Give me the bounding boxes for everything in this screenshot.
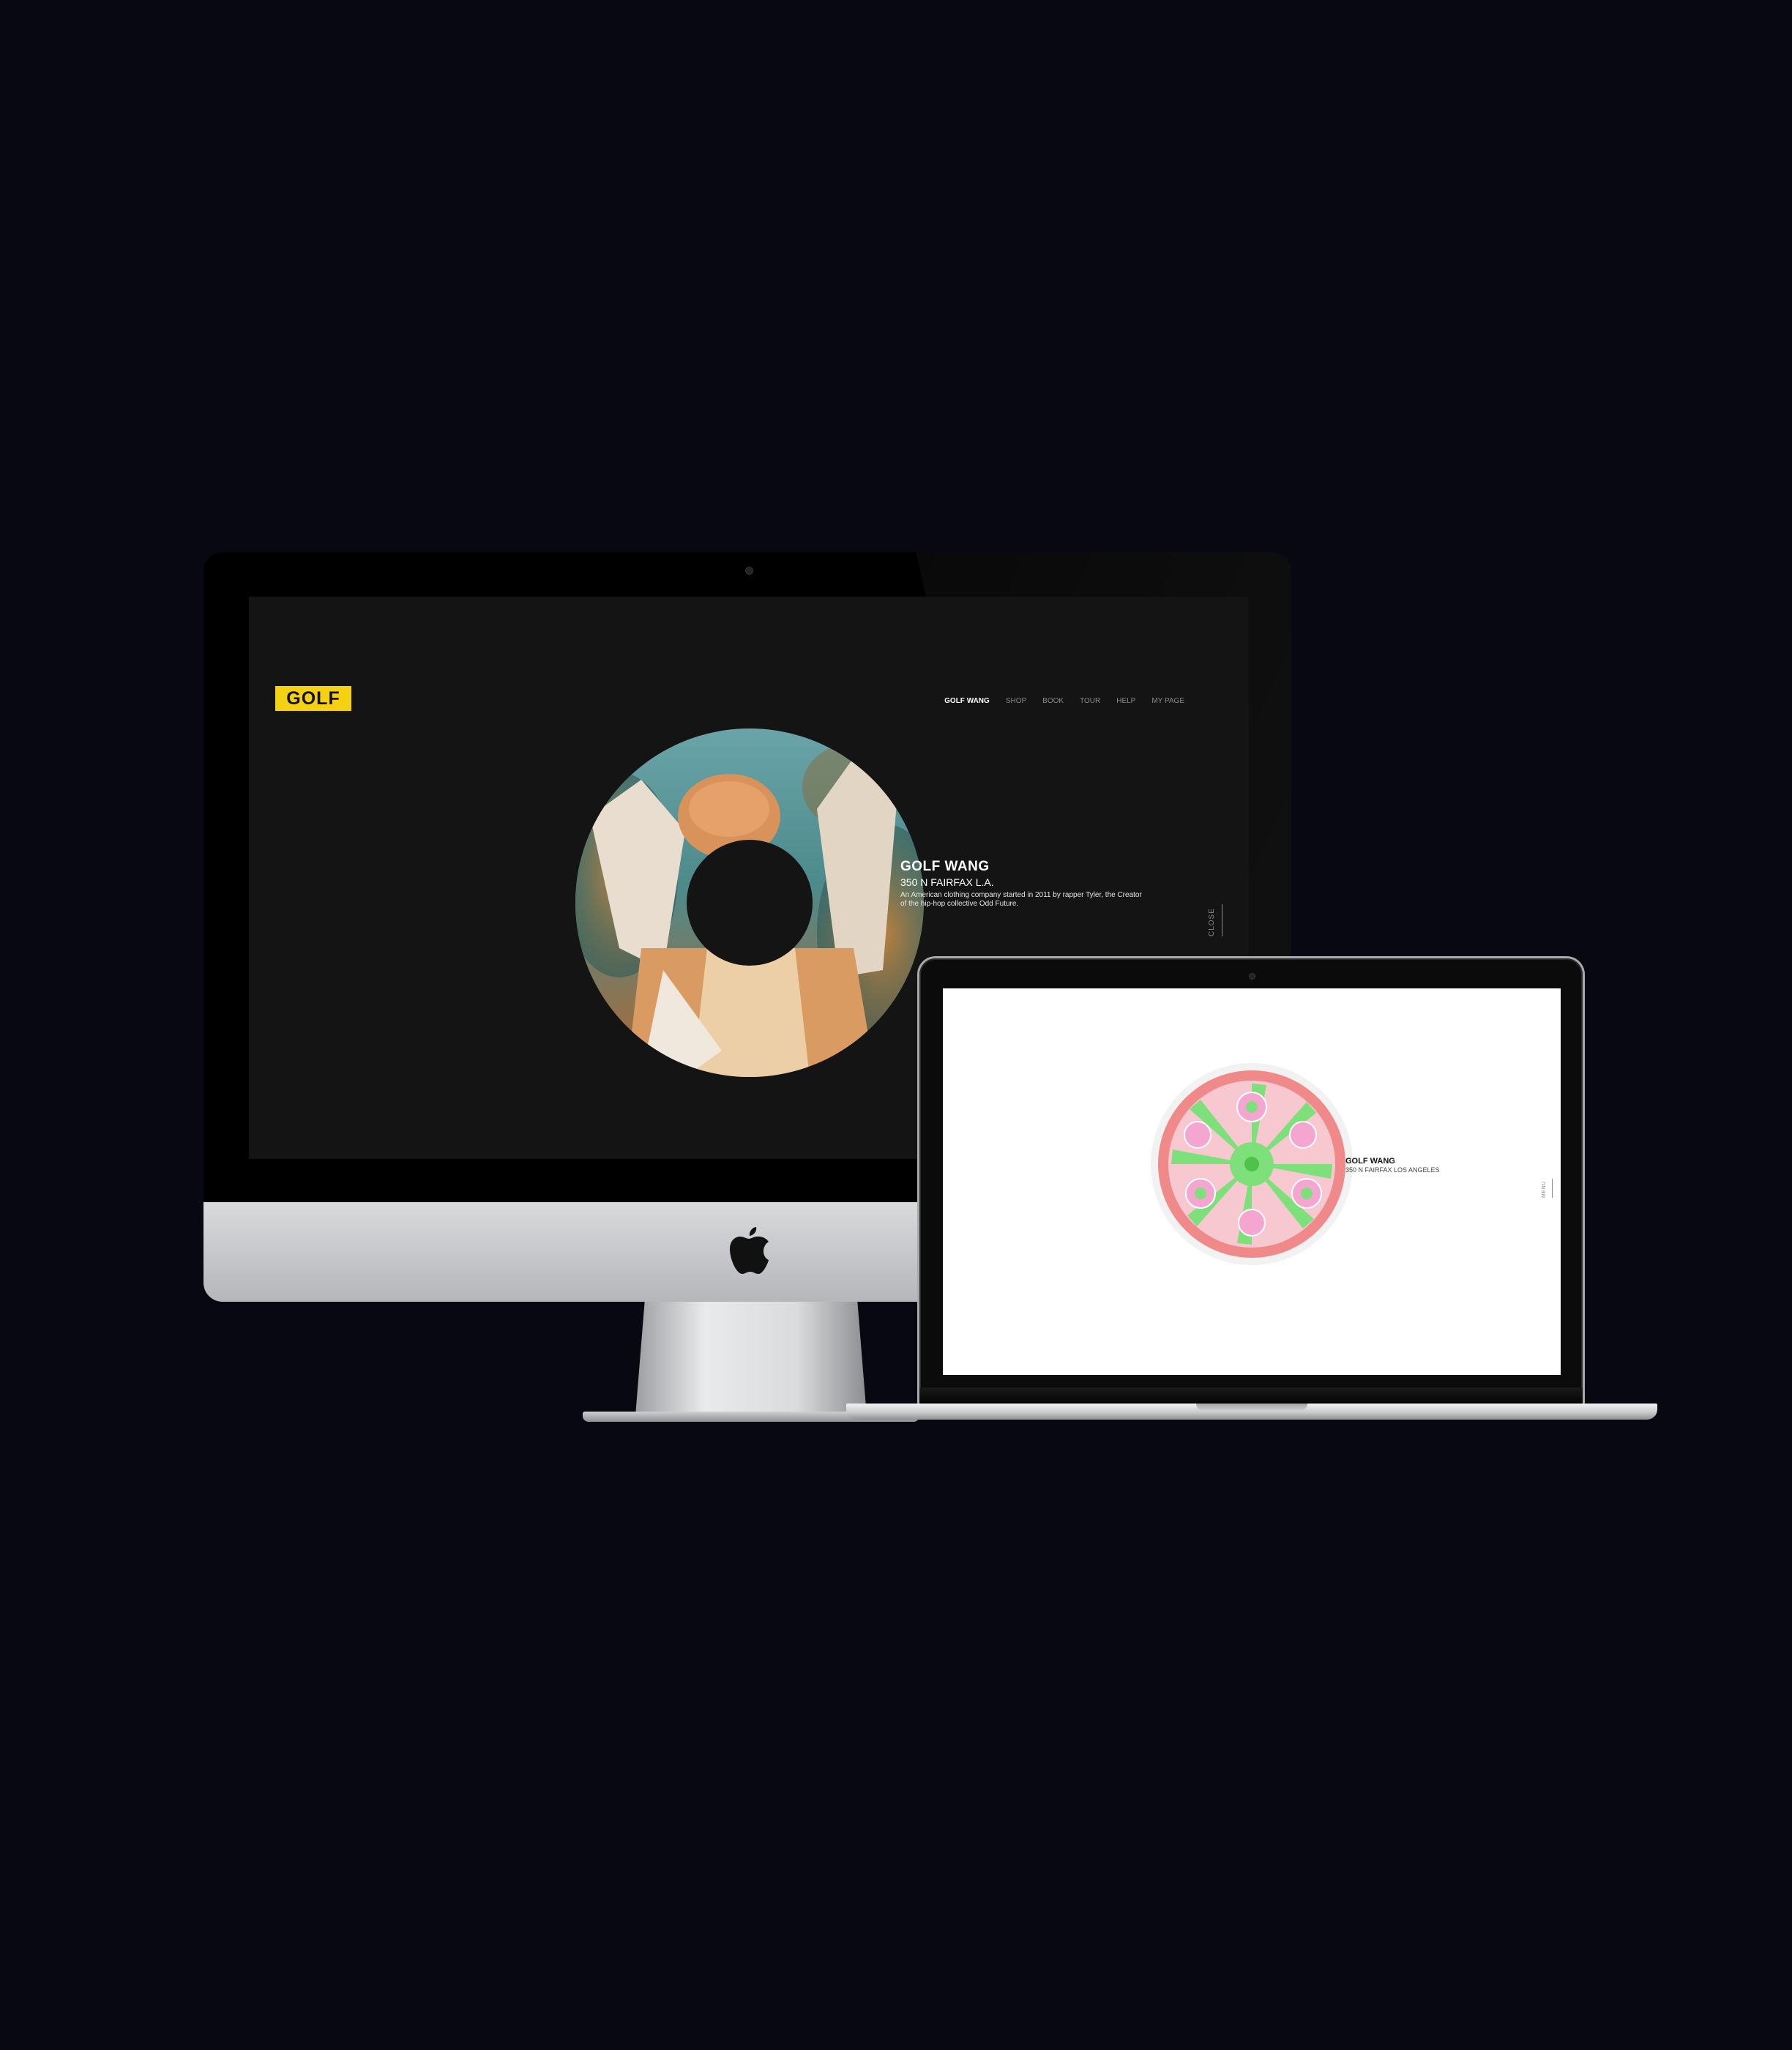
nav-item-shop[interactable]: SHOP (1006, 697, 1026, 705)
laptop-opening-notch (1196, 1404, 1307, 1411)
laptop-hinge (919, 1387, 1583, 1404)
laptop-screen: GOLF WANG 350 N FAIRFAX LOS ANGELES MENU (943, 988, 1561, 1375)
imac-camera (745, 567, 753, 575)
brand-info: GOLF WANG 350 N FAIRFAX L.A. An American… (900, 859, 1179, 909)
brand-address: 350 N FAIRFAX L.A. (900, 876, 994, 888)
golf-logo[interactable]: GOLF (275, 686, 351, 711)
apple-logo-icon (730, 1227, 769, 1274)
donut-photo (575, 728, 924, 1077)
main-nav: GOLF WANG SHOP BOOK TOUR HELP MY PAGE (944, 697, 1184, 705)
laptop-brand-address: 350 N FAIRFAX LOS ANGELES (1345, 1166, 1440, 1174)
laptop-camera (1249, 973, 1255, 980)
laptop-brand-info: GOLF WANG 350 N FAIRFAX LOS ANGELES (1345, 1157, 1440, 1174)
imac-stand (635, 1302, 867, 1416)
golf-sticker-logo (1151, 1063, 1353, 1265)
nav-item-help[interactable]: HELP (1116, 697, 1135, 705)
menu-button[interactable]: MENU (1542, 1179, 1553, 1198)
brand-title: GOLF WANG (900, 859, 990, 874)
nav-item-tour[interactable]: TOUR (1080, 697, 1100, 705)
nav-item-book[interactable]: BOOK (1042, 697, 1064, 705)
close-button[interactable]: CLOSE (1208, 904, 1222, 936)
nav-item-golf-wang[interactable]: GOLF WANG (944, 697, 990, 705)
nav-item-my-page[interactable]: MY PAGE (1151, 697, 1184, 705)
brand-description: An American clothing company started in … (900, 891, 1142, 908)
laptop-brand-title: GOLF WANG (1345, 1157, 1395, 1166)
